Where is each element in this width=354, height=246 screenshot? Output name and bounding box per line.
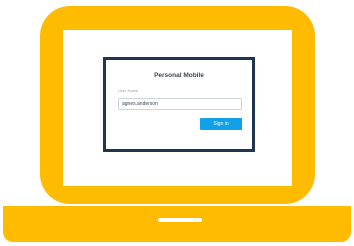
username-label: User Name: [118, 88, 139, 93]
laptop-base: [3, 206, 351, 242]
laptop-base-notch: [158, 218, 202, 222]
sign-in-button[interactable]: Sign in: [200, 118, 242, 130]
login-form: Personal Mobile User Name Sign in: [103, 57, 255, 152]
laptop-illustration: Personal Mobile User Name Sign in: [0, 0, 354, 246]
username-input[interactable]: [118, 98, 242, 110]
login-title: Personal Mobile: [154, 72, 204, 79]
